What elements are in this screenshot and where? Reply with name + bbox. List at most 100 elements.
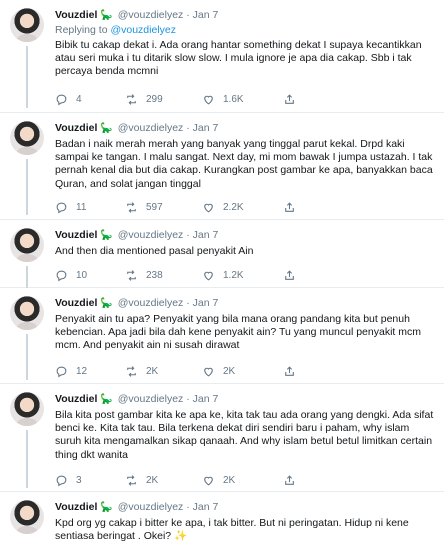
display-name[interactable]: Vouzdiel: [55, 9, 97, 21]
tweet-actions: 10 238 1.2K: [55, 269, 355, 283]
tweet-header: Vouzdiel 🦕 @vouzdielyez · Jan 7: [55, 500, 436, 515]
reply-button[interactable]: 4: [55, 93, 82, 106]
tweet-header: Vouzdiel 🦕 @vouzdielyez · Jan 7: [55, 228, 436, 243]
reply-count: 11: [76, 202, 87, 213]
tweet-actions: 11 597 2.2K: [55, 201, 355, 215]
tweet[interactable]: Vouzdiel 🦕 @vouzdielyez · Jan 7 Bila kita…: [0, 384, 444, 492]
dinosaur-emoji: 🦕: [100, 298, 113, 309]
tweet-date[interactable]: Jan 7: [193, 9, 219, 21]
retweet-count: 299: [146, 94, 163, 105]
retweet-button[interactable]: 238: [125, 269, 163, 282]
replying-to: Replying to @vouzdielyez: [55, 24, 436, 37]
display-name[interactable]: Vouzdiel: [55, 229, 97, 241]
like-button[interactable]: 1.2K: [202, 269, 244, 282]
share-button[interactable]: [283, 269, 296, 282]
like-count: 2.2K: [223, 202, 244, 213]
tweet-date[interactable]: Jan 7: [193, 501, 219, 513]
share-button[interactable]: [283, 201, 296, 214]
avatar[interactable]: [10, 296, 44, 330]
retweet-count: 2K: [146, 475, 159, 486]
replying-to-link[interactable]: @vouzdielyez: [110, 24, 176, 36]
display-name[interactable]: Vouzdiel: [55, 393, 97, 405]
user-handle[interactable]: @vouzdielyez: [118, 122, 184, 134]
tweet[interactable]: Vouzdiel 🦕 @vouzdielyez · Jan 7 Kpd org y…: [0, 492, 444, 553]
like-count: 2K: [223, 475, 236, 486]
retweet-icon: [127, 270, 136, 281]
avatar[interactable]: [10, 121, 44, 155]
tweet-actions: 12 2K 2K: [55, 365, 355, 379]
avatar[interactable]: [10, 8, 44, 42]
tweet-text-content: Kpd org yg cakap i bitter ke apa, i tak …: [55, 517, 409, 543]
like-count: 1.6K: [223, 94, 244, 105]
thread-line: [26, 159, 28, 215]
display-name[interactable]: Vouzdiel: [55, 122, 97, 134]
reply-icon: [56, 270, 67, 282]
share-button[interactable]: [283, 93, 296, 106]
like-count: 2K: [223, 366, 236, 377]
tweet[interactable]: Vouzdiel 🦕 @vouzdielyez · Jan 7 Replying …: [0, 0, 444, 113]
like-button[interactable]: 2.2K: [202, 201, 244, 214]
tweet-thread: Vouzdiel 🦕 @vouzdielyez · Jan 7 Replying …: [0, 0, 444, 553]
separator-dot: ·: [186, 9, 190, 21]
user-handle[interactable]: @vouzdielyez: [118, 229, 184, 241]
dinosaur-emoji: 🦕: [100, 394, 113, 405]
dinosaur-emoji: 🦕: [100, 502, 113, 513]
tweet-date[interactable]: Jan 7: [193, 393, 219, 405]
like-button[interactable]: 2K: [202, 365, 235, 378]
tweet-date[interactable]: Jan 7: [193, 122, 219, 134]
retweet-button[interactable]: 2K: [125, 365, 158, 378]
dinosaur-emoji: 🦕: [100, 230, 113, 241]
reply-button[interactable]: 10: [55, 269, 87, 282]
tweet-date[interactable]: Jan 7: [193, 297, 219, 309]
display-name[interactable]: Vouzdiel: [55, 297, 97, 309]
user-handle[interactable]: @vouzdielyez: [118, 9, 184, 21]
reply-count: 4: [76, 94, 82, 105]
tweet-text: Bila kita post gambar kita ke apa ke, ki…: [55, 409, 434, 461]
retweet-icon: [127, 366, 136, 377]
retweet-count: 238: [146, 270, 163, 281]
heart-icon: [204, 203, 213, 213]
retweet-button[interactable]: 2K: [125, 474, 158, 487]
share-button[interactable]: [283, 365, 296, 378]
retweet-button[interactable]: 299: [125, 93, 163, 106]
dinosaur-emoji: 🦕: [100, 123, 113, 134]
share-icon: [285, 202, 294, 212]
retweet-count: 2K: [146, 366, 159, 377]
tweet-actions: 4 299 1.6K: [55, 93, 355, 107]
tweet-date[interactable]: Jan 7: [193, 229, 219, 241]
display-name[interactable]: Vouzdiel: [55, 501, 97, 513]
tweet[interactable]: Vouzdiel 🦕 @vouzdielyez · Jan 7 And then …: [0, 220, 444, 288]
sparkle-emoji: ✨: [174, 530, 188, 543]
heart-icon: [204, 95, 213, 105]
tweet-text: Kpd org yg cakap i bitter ke apa, i tak …: [55, 517, 436, 543]
heart-icon: [204, 367, 213, 377]
share-button[interactable]: [283, 474, 296, 487]
tweet-actions: 3 2K 2K: [55, 474, 355, 488]
reply-count: 10: [76, 270, 88, 281]
retweet-icon: [127, 202, 136, 213]
avatar[interactable]: [10, 500, 44, 534]
retweet-count: 597: [146, 202, 163, 213]
share-icon: [285, 94, 294, 104]
tweet[interactable]: Vouzdiel 🦕 @vouzdielyez · Jan 7 Badan i n…: [0, 113, 444, 220]
reply-button[interactable]: 11: [55, 201, 86, 214]
like-button[interactable]: 2K: [202, 474, 235, 487]
avatar[interactable]: [10, 392, 44, 426]
user-handle[interactable]: @vouzdielyez: [118, 297, 184, 309]
reply-icon: [56, 366, 67, 378]
avatar[interactable]: [10, 228, 44, 262]
share-icon: [285, 366, 294, 376]
separator-dot: ·: [186, 229, 190, 241]
user-handle[interactable]: @vouzdielyez: [118, 393, 184, 405]
user-handle[interactable]: @vouzdielyez: [118, 501, 184, 513]
retweet-button[interactable]: 597: [125, 201, 163, 214]
separator-dot: ·: [186, 393, 190, 405]
thread-line: [26, 334, 28, 380]
tweet-header: Vouzdiel 🦕 @vouzdielyez · Jan 7: [55, 121, 436, 136]
reply-button[interactable]: 3: [55, 474, 82, 487]
tweet[interactable]: Vouzdiel 🦕 @vouzdielyez · Jan 7 Penyakit …: [0, 288, 444, 384]
separator-dot: ·: [186, 122, 190, 134]
like-count: 1.2K: [223, 270, 244, 281]
reply-button[interactable]: 12: [55, 365, 87, 378]
like-button[interactable]: 1.6K: [202, 93, 244, 106]
